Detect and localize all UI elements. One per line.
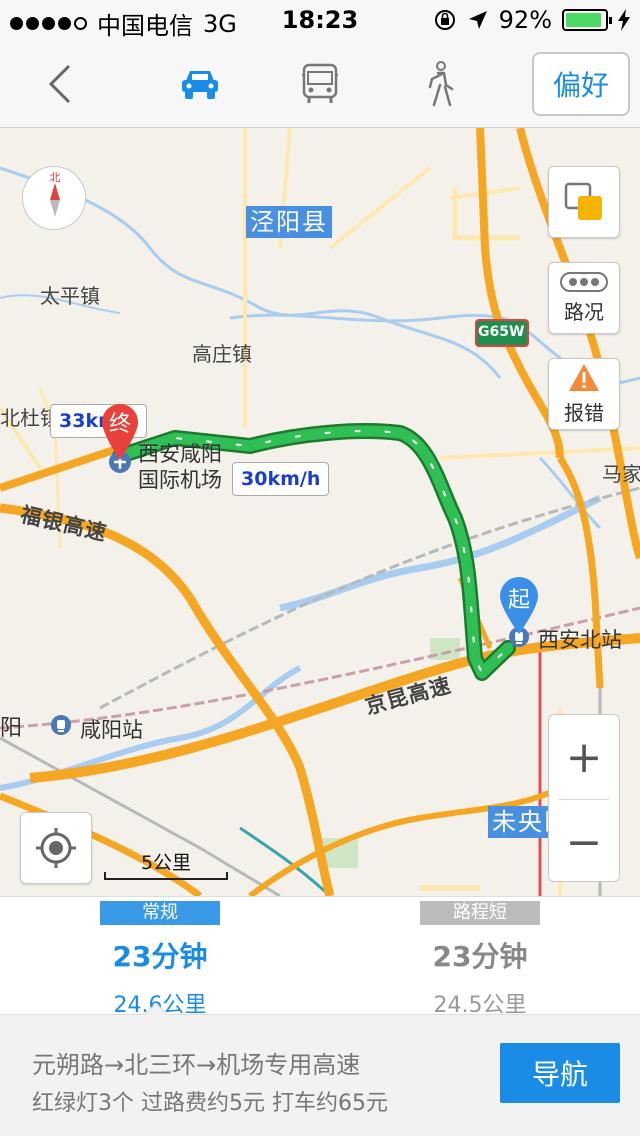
chevron-left-icon [48,64,71,104]
speed-bubble: 30km/h [232,462,330,496]
scale-bar [104,872,228,880]
preference-button[interactable]: 偏好 [532,52,630,116]
station-label-xian-north: 西安北站 [538,628,622,652]
location-arrow-icon [468,11,487,29]
start-marker-label: 起 [507,588,530,613]
map-canvas [0,128,640,896]
route-info-text: 红绿灯3个 过路费约5元 打车约65元 [32,1091,388,1116]
map-scale: 5公里 [104,848,228,882]
traffic-label: 路况 [564,299,604,324]
route-option-tag: 常规 [100,901,220,925]
end-marker-label: 终 [108,412,131,437]
battery-fill [566,13,601,27]
layers-icon [564,182,602,220]
zoom-in-button[interactable]: + [549,715,619,799]
bus-icon [302,63,338,103]
scale-label: 5公里 [140,852,192,874]
speed-value: 30km/h [241,468,321,490]
walk-icon [428,61,454,107]
layers-button[interactable] [548,166,620,238]
route-option-tag: 路程短 [420,901,540,925]
route-options: 常规 23分钟 24.6公里 路程短 23分钟 24.5公里 [0,896,640,1018]
navigate-button[interactable]: 导航 [500,1043,620,1103]
route-path-text: 元朔路→北三环→机场专用高速 [32,1051,361,1079]
report-error-button[interactable]: 报错 [548,358,620,430]
district-label-jingyang: 泾阳县 [246,206,332,238]
zoom-out-button[interactable]: − [549,800,619,884]
mode-walk-button[interactable] [410,40,470,128]
mode-car-button[interactable] [170,40,230,128]
status-bar: 中国电信 3G 18:23 92% [0,0,640,40]
station-label-xianyang: 咸阳站 [80,718,143,742]
route-option-duration: 23分钟 [432,940,528,973]
back-button[interactable] [30,40,90,128]
map-view[interactable]: 泾阳县 太平镇 高庄镇 北杜镇 西安咸阳 国际机场 马家 福银高速 京昆高速 西… [0,128,640,896]
route-summary-panel: 元朔路→北三环→机场专用高速 红绿灯3个 过路费约5元 打车约65元 导航 [0,1014,640,1136]
crosshair-icon [36,828,76,868]
car-icon [182,71,218,99]
locate-me-button[interactable] [20,812,92,884]
airport-label-line2: 国际机场 [138,468,222,492]
traffic-icon [560,271,608,292]
end-marker[interactable]: 终 [100,402,140,462]
report-error-label: 报错 [564,400,604,425]
mode-bus-button[interactable] [290,40,350,128]
battery-percent: 92% [498,6,552,34]
start-marker[interactable]: 起 [498,576,540,636]
charging-bolt-icon [618,9,630,31]
town-label-majia: 马家 [602,462,640,486]
traffic-button[interactable]: 路况 [548,262,620,334]
top-navigation-bar: 偏好 [0,40,640,128]
route-option-shortest[interactable]: 路程短 23分钟 24.5公里 [320,897,640,1018]
battery-icon [562,9,612,31]
compass-icon [50,183,60,217]
highway-shield-g65w: G65W [478,324,525,340]
town-label-taiping: 太平镇 [40,284,100,308]
town-label-gaozhuang: 高庄镇 [192,342,252,366]
warning-icon [569,363,599,391]
route-option-duration: 23分钟 [112,940,208,973]
rotation-lock-icon [434,10,455,30]
zoom-control: + − [548,714,620,882]
route-option-default[interactable]: 常规 23分钟 24.6公里 [0,897,320,1018]
train-station-icon [51,715,71,735]
compass-button[interactable]: 北 [22,166,86,230]
city-label-xianyang: 阳 [0,716,23,741]
